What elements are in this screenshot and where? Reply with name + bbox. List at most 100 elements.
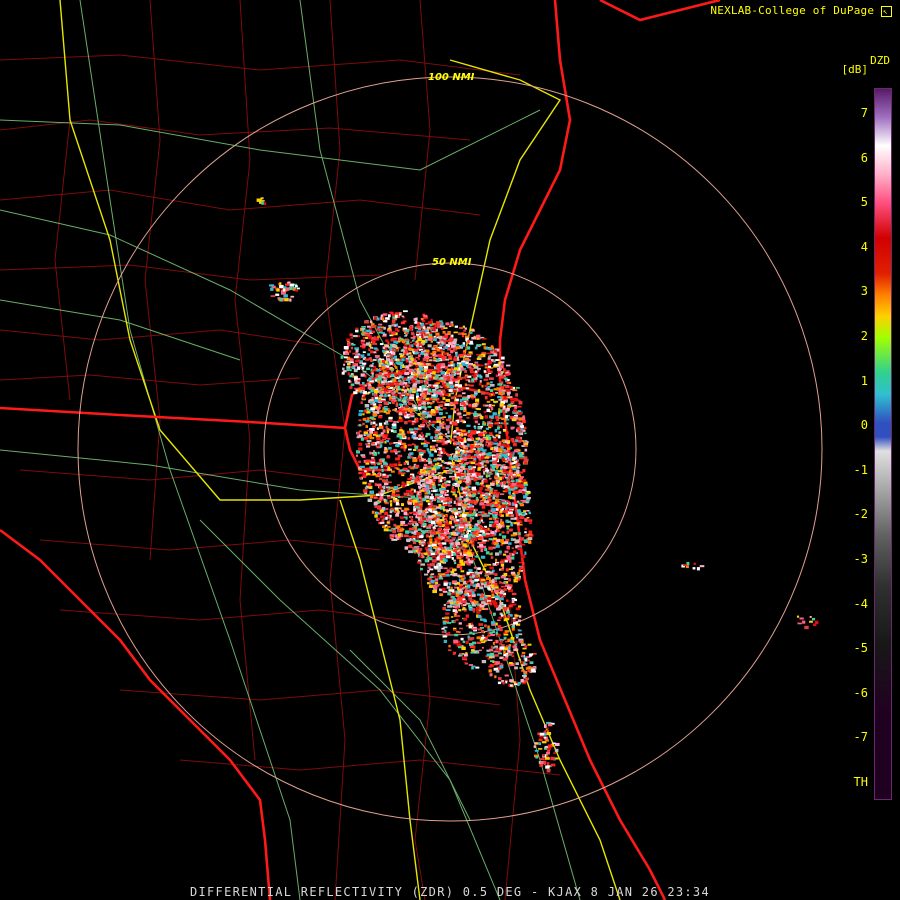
echo-pixel bbox=[468, 403, 472, 407]
echo-pixel bbox=[465, 556, 469, 559]
echo-pixel bbox=[455, 398, 459, 402]
echo-pixel bbox=[399, 396, 402, 399]
echo-pixel bbox=[491, 392, 495, 395]
echo-pixel bbox=[452, 350, 456, 353]
echo-pixel bbox=[355, 330, 359, 333]
echo-pixel bbox=[410, 415, 415, 418]
echo-pixel bbox=[463, 489, 468, 492]
echo-pixel bbox=[466, 507, 470, 510]
echo-pixel bbox=[509, 397, 515, 401]
echo-pixel bbox=[467, 465, 472, 469]
echo-pixel bbox=[457, 375, 460, 379]
echo-pixel bbox=[443, 603, 447, 607]
echo-pixel bbox=[372, 421, 376, 425]
echo-pixel bbox=[438, 404, 444, 406]
echo-pixel bbox=[363, 431, 368, 434]
echo-pixel bbox=[347, 372, 351, 376]
echo-pixel bbox=[442, 382, 447, 385]
echo-pixel bbox=[484, 528, 488, 533]
echo-pixel bbox=[523, 483, 529, 486]
echo-pixel bbox=[499, 477, 502, 481]
echo-pixel bbox=[504, 510, 509, 514]
echo-pixel bbox=[433, 384, 438, 387]
echo-pixel bbox=[406, 353, 409, 356]
echo-pixel bbox=[425, 479, 429, 482]
echo-pixel bbox=[512, 389, 518, 392]
echo-pixel bbox=[481, 641, 486, 644]
echo-pixel bbox=[499, 602, 503, 605]
echo-pixel bbox=[508, 604, 513, 608]
echo-pixel bbox=[454, 479, 458, 482]
echo-pixel bbox=[457, 412, 462, 415]
echo-pixel bbox=[431, 573, 435, 576]
echo-pixel bbox=[506, 555, 511, 558]
echo-pixel bbox=[463, 437, 466, 441]
echo-pixel bbox=[487, 601, 493, 604]
echo-pixel bbox=[427, 457, 431, 461]
echo-pixel bbox=[409, 396, 415, 400]
echo-pixel bbox=[442, 331, 446, 334]
echo-pixel bbox=[514, 683, 518, 686]
echo-pixel bbox=[430, 579, 435, 582]
echo-pixel bbox=[414, 321, 418, 324]
echo-pixel bbox=[410, 354, 413, 357]
echo-pixel bbox=[414, 430, 418, 433]
echo-pixel bbox=[468, 364, 472, 368]
echo-pixel bbox=[443, 567, 448, 570]
echo-pixel bbox=[524, 658, 528, 662]
echo-pixel bbox=[523, 481, 528, 484]
echo-pixel bbox=[490, 469, 494, 472]
echo-pixel bbox=[471, 486, 476, 490]
echo-pixel bbox=[365, 459, 371, 463]
echo-pixel bbox=[524, 448, 528, 452]
echo-pixel bbox=[374, 355, 380, 358]
echo-pixel bbox=[416, 362, 421, 365]
echo-pixel bbox=[397, 496, 401, 499]
echo-pixel bbox=[497, 396, 502, 399]
echo-pixel bbox=[438, 564, 442, 567]
echo-pixel bbox=[477, 423, 480, 425]
echo-pixel bbox=[499, 628, 503, 632]
echo-pixel bbox=[435, 410, 440, 414]
echo-pixel bbox=[403, 389, 408, 392]
echo-pixel bbox=[398, 326, 401, 328]
echo-pixel bbox=[366, 439, 372, 443]
echo-pixel bbox=[439, 498, 443, 500]
echo-pixel bbox=[372, 343, 378, 345]
echo-pixel bbox=[505, 371, 509, 374]
echo-pixel bbox=[444, 333, 448, 336]
echo-pixel bbox=[473, 441, 477, 444]
echo-pixel bbox=[481, 601, 486, 604]
echo-pixel bbox=[519, 457, 523, 460]
echo-pixel bbox=[459, 439, 463, 442]
echo-pixel bbox=[413, 505, 416, 509]
echo-pixel bbox=[440, 371, 445, 375]
echo-pixel bbox=[371, 442, 376, 445]
echo-pixel bbox=[409, 375, 415, 379]
echo-pixel bbox=[481, 646, 484, 649]
echo-pixel bbox=[427, 541, 430, 545]
echo-pixel bbox=[415, 373, 419, 376]
echo-pixel bbox=[487, 625, 490, 629]
echo-pixel bbox=[420, 322, 425, 327]
echo-pixel bbox=[397, 329, 400, 332]
echo-pixel bbox=[467, 639, 473, 641]
echo-pixel bbox=[390, 429, 394, 433]
echo-pixel bbox=[412, 362, 417, 365]
echo-pixel bbox=[379, 496, 384, 500]
echo-pixel bbox=[501, 356, 505, 360]
echo-pixel bbox=[467, 438, 472, 442]
echo-pixel bbox=[513, 494, 516, 497]
echo-pixel bbox=[482, 404, 486, 407]
echo-pixel bbox=[465, 602, 471, 605]
echo-pixel bbox=[401, 442, 406, 445]
echo-pixel bbox=[472, 641, 476, 645]
echo-pixel bbox=[389, 463, 395, 466]
echo-pixel bbox=[390, 496, 394, 499]
echo-pixel bbox=[454, 605, 459, 608]
echo-pixel bbox=[378, 434, 382, 437]
echo-pixel bbox=[519, 516, 525, 519]
echo-pixel bbox=[427, 374, 432, 378]
echo-pixel bbox=[403, 355, 406, 358]
echo-pixel bbox=[475, 607, 479, 611]
